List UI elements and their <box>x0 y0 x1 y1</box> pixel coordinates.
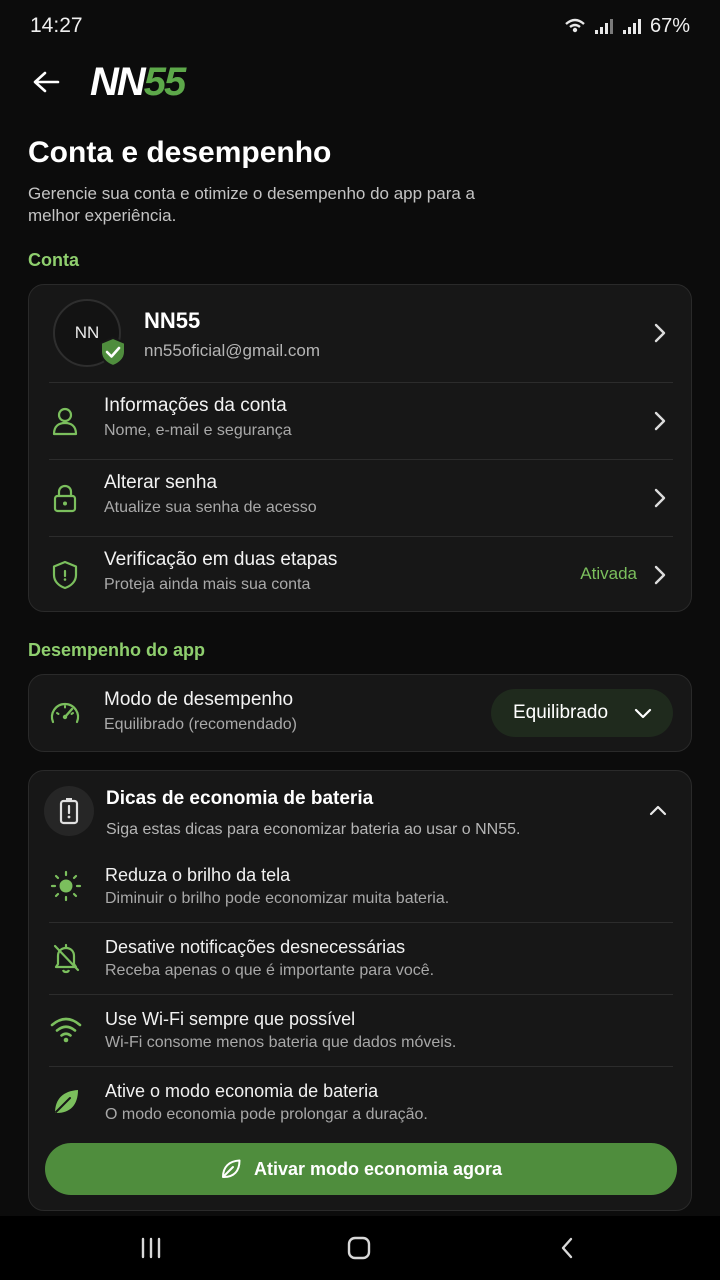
battery-level: 67% <box>649 14 690 37</box>
change-password-row[interactable]: Alterar senha Atualize sua senha de aces… <box>29 460 693 536</box>
chevron-down-icon <box>634 708 652 719</box>
performance-card: Modo de desempenho Equilibrado (recomend… <box>28 674 692 752</box>
battery-tips-title: Dicas de economia de bateria <box>106 788 374 809</box>
back-button[interactable] <box>28 66 64 98</box>
tip-title: Use Wi-Fi sempre que possível <box>105 1009 356 1029</box>
profile-name: NN55 <box>144 308 201 333</box>
row-desc: Proteja ainda mais sua conta <box>104 576 311 593</box>
row-title: Informações da conta <box>104 395 287 416</box>
app-logo: NN55 <box>90 60 186 105</box>
section-label-account: Conta <box>28 250 79 270</box>
logo-55: 55 <box>143 60 186 104</box>
row-title: Verificação em duas etapas <box>104 549 338 570</box>
two-step-text: Verificação em duas etapas Proteja ainda… <box>104 549 337 594</box>
recent-apps-icon <box>141 1237 161 1259</box>
activate-battery-saver-button[interactable]: Ativar modo economia agora <box>45 1143 677 1195</box>
chevron-right-icon <box>651 321 669 345</box>
tip-item: Use Wi-Fi sempre que possível Wi-Fi cons… <box>29 1005 693 1065</box>
battery-tips-card: Dicas de economia de bateria Siga estas … <box>28 770 692 1211</box>
signal-icon-2 <box>622 19 641 34</box>
home-button[interactable] <box>339 1234 379 1262</box>
row-desc: Atualize sua senha de acesso <box>104 499 317 516</box>
app-bar: NN55 <box>0 52 720 112</box>
status-time: 14:27 <box>30 14 83 37</box>
leaf-icon <box>49 1085 83 1119</box>
row-title: Modo de desempenho <box>104 689 294 710</box>
tip-desc: O modo economia pode prolongar a duração… <box>105 1106 428 1123</box>
two-step-verification-row[interactable]: Verificação em duas etapas Proteja ainda… <box>29 537 693 613</box>
collapse-button[interactable] <box>647 799 669 821</box>
tip-item: Reduza o brilho da tela Diminuir o brilh… <box>29 861 693 921</box>
wifi-icon <box>49 1013 83 1047</box>
account-info-row[interactable]: Informações da conta Nome, e-mail e segu… <box>29 383 693 459</box>
chevron-up-icon <box>649 805 667 816</box>
speedometer-icon <box>49 697 81 729</box>
cta-label: Ativar modo economia agora <box>253 1158 503 1179</box>
tip-desc: Diminuir o brilho pode economizar muita … <box>105 890 450 907</box>
performance-text: Modo de desempenho Equilibrado (recomend… <box>104 689 297 734</box>
chevron-right-icon <box>651 563 669 587</box>
select-value: Equilibrado <box>513 702 609 723</box>
tip-text: Desative notificações desnecessárias Rec… <box>105 937 434 980</box>
row-desc: Nome, e-mail e segurança <box>104 422 292 439</box>
change-password-text: Alterar senha Atualize sua senha de aces… <box>104 472 317 517</box>
status-badge: Ativada <box>580 564 637 583</box>
tip-text: Ative o modo economia de bateria O modo … <box>105 1081 428 1124</box>
tip-title: Ative o modo economia de bateria <box>105 1081 379 1101</box>
leaf-outline-icon <box>221 1159 241 1178</box>
tip-title: Desative notificações desnecessárias <box>105 937 406 957</box>
battery-icon <box>44 786 94 836</box>
user-icon <box>49 405 81 437</box>
status-bar: 14:27 67% <box>0 0 720 52</box>
divider <box>49 922 673 923</box>
lock-icon <box>49 482 81 514</box>
row-title: Alterar senha <box>104 472 218 493</box>
bell-off-icon <box>49 941 83 975</box>
brightness-icon <box>49 869 83 903</box>
arrow-left-icon <box>33 71 60 93</box>
profile-text: NN55 nn55oficial@gmail.com <box>144 308 320 361</box>
tip-item: Desative notificações desnecessárias Rec… <box>29 933 693 993</box>
account-info-text: Informações da conta Nome, e-mail e segu… <box>104 395 292 440</box>
page-title: Conta e desempenho <box>28 136 332 169</box>
profile-row[interactable]: NN NN55 nn55oficial@gmail.com <box>29 285 693 382</box>
chevron-right-icon <box>651 486 669 510</box>
tip-desc: Receba apenas o que é importante para vo… <box>105 962 435 979</box>
performance-mode-select[interactable]: Equilibrado <box>491 689 673 737</box>
tip-item: Ative o modo economia de bateria O modo … <box>29 1077 693 1137</box>
row-desc: Equilibrado (recomendado) <box>104 716 297 733</box>
tip-text: Reduza o brilho da tela Diminuir o brilh… <box>105 865 449 908</box>
chevron-right-icon <box>651 409 669 433</box>
battery-tips-subtitle: Siga estas dicas para economizar bateria… <box>106 821 521 838</box>
page-subtitle: Gerencie sua conta e otimize o desempenh… <box>28 184 476 225</box>
system-nav-bar <box>0 1216 720 1280</box>
recent-apps-button[interactable] <box>131 1234 171 1262</box>
section-label-performance: Desempenho do app <box>28 640 206 660</box>
profile-email: nn55oficial@gmail.com <box>144 341 321 360</box>
verified-badge-icon <box>100 337 126 367</box>
account-card: NN NN55 nn55oficial@gmail.com Informaçõe… <box>28 284 692 612</box>
back-nav-button[interactable] <box>547 1234 587 1262</box>
wifi-calling-icon <box>565 18 585 33</box>
back-chevron-icon <box>561 1237 573 1259</box>
logo-nn: NN <box>90 60 146 104</box>
tip-title: Reduza o brilho da tela <box>105 865 291 885</box>
signal-icon <box>594 19 613 34</box>
status-icons: 67% <box>564 15 690 38</box>
divider <box>49 1066 673 1067</box>
shield-icon <box>49 559 81 591</box>
divider <box>49 994 673 995</box>
home-icon <box>347 1236 371 1260</box>
tip-text: Use Wi-Fi sempre que possível Wi-Fi cons… <box>105 1009 456 1052</box>
tip-desc: Wi-Fi consome menos bateria que dados mó… <box>105 1034 457 1051</box>
